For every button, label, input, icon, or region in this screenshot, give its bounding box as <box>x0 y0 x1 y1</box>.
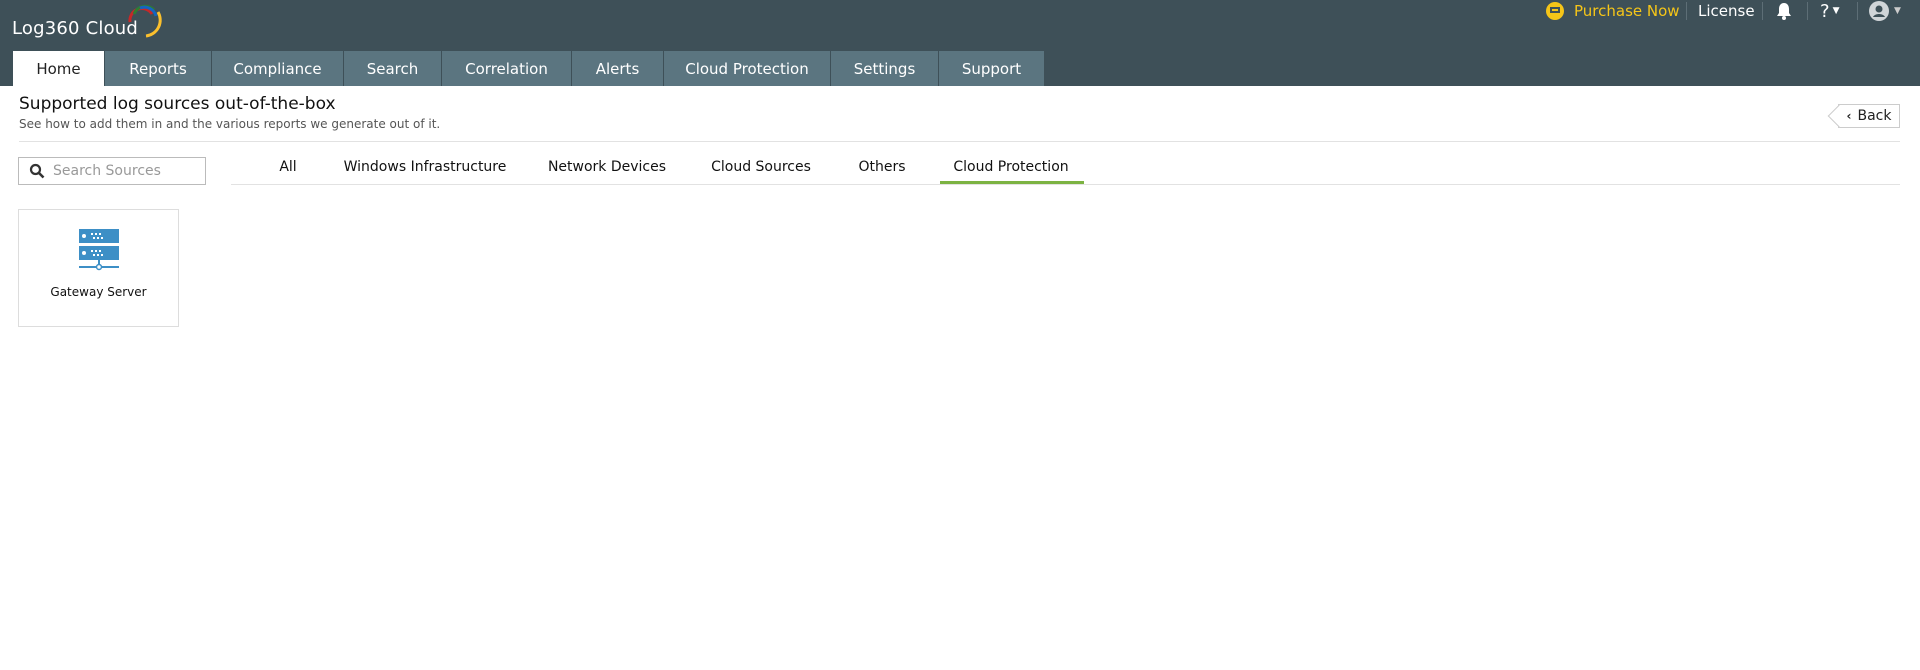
divider <box>19 141 1900 142</box>
header: Log360 Cloud Purchase Now License ? ▼ ▼ H… <box>0 0 1920 86</box>
caret-down-icon: ▼ <box>1894 6 1901 16</box>
source-card-label: Gateway Server <box>50 285 147 299</box>
tab-compliance[interactable]: Compliance <box>212 51 344 86</box>
cart-icon <box>1546 2 1564 20</box>
caret-down-icon: ▼ <box>1832 6 1840 16</box>
tab-search[interactable]: Search <box>344 51 442 86</box>
back-label: Back <box>1857 108 1892 124</box>
tab-home[interactable]: Home <box>13 51 105 86</box>
source-card-gateway-server[interactable]: Gateway Server <box>18 209 179 327</box>
user-avatar-icon <box>1869 1 1889 21</box>
tab-support[interactable]: Support <box>939 51 1045 86</box>
logo[interactable]: Log360 Cloud <box>12 4 162 39</box>
active-tab-indicator <box>940 181 1084 184</box>
search-icon <box>29 163 45 179</box>
filter-tab-cloud-sources[interactable]: Cloud Sources <box>711 159 811 175</box>
notifications-button[interactable] <box>1776 0 1792 22</box>
purchase-label: Purchase Now <box>1574 2 1680 20</box>
tab-correlation[interactable]: Correlation <box>442 51 572 86</box>
divider <box>1807 2 1808 20</box>
license-link[interactable]: License <box>1698 0 1755 22</box>
filter-tab-others[interactable]: Others <box>858 159 905 175</box>
divider <box>1857 2 1858 20</box>
chevron-left-icon: ‹ <box>1846 109 1852 123</box>
filter-tab-network-devices[interactable]: Network Devices <box>548 159 666 175</box>
page-title: Supported log sources out-of-the-box <box>19 94 336 114</box>
divider <box>1762 2 1763 20</box>
back-button[interactable]: ‹ Back <box>1838 104 1900 128</box>
help-menu[interactable]: ? ▼ <box>1820 0 1839 22</box>
user-menu[interactable]: ▼ <box>1869 0 1901 22</box>
logo-arcs-icon <box>128 4 162 38</box>
tab-cloud-protection[interactable]: Cloud Protection <box>664 51 831 86</box>
filter-tab-all[interactable]: All <box>279 159 296 175</box>
filter-tab-cloud-protection[interactable]: Cloud Protection <box>953 159 1068 175</box>
help-label: ? <box>1820 0 1830 22</box>
purchase-now-link[interactable]: Purchase Now <box>1546 0 1680 22</box>
tab-settings[interactable]: Settings <box>831 51 939 86</box>
tab-reports[interactable]: Reports <box>105 51 212 86</box>
divider <box>1686 2 1687 20</box>
filter-tab-windows-infrastructure[interactable]: Windows Infrastructure <box>344 159 507 175</box>
bell-icon <box>1777 3 1791 20</box>
search-sources <box>18 157 206 185</box>
logo-text: Log360 Cloud <box>12 18 139 39</box>
search-input[interactable] <box>53 163 193 179</box>
tab-alerts[interactable]: Alerts <box>572 51 664 86</box>
page-subtitle: See how to add them in and the various r… <box>19 117 441 131</box>
server-icon <box>78 229 119 271</box>
